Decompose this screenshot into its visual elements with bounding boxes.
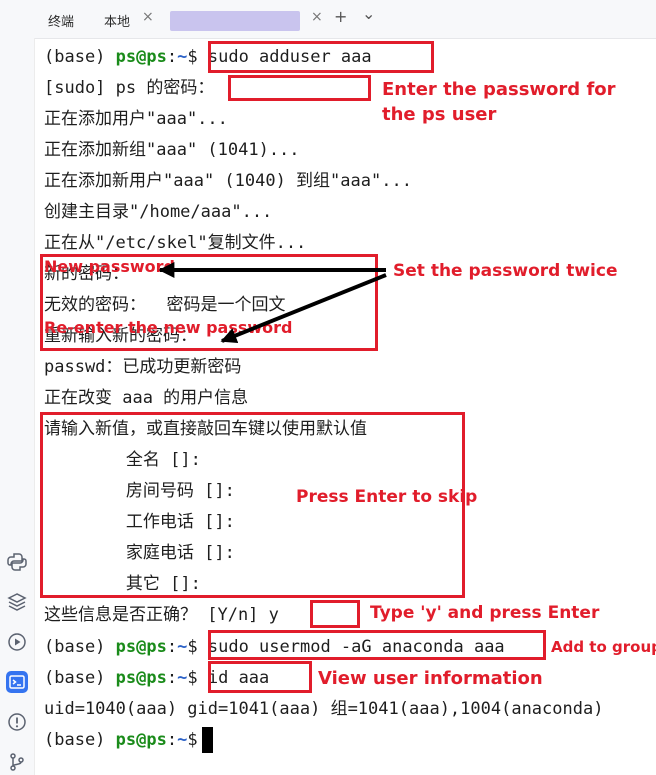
tool-strip xyxy=(0,38,35,775)
prompt-separator: : xyxy=(166,730,178,750)
prompt-env: (base) xyxy=(44,668,106,688)
prompt-separator: : xyxy=(166,668,178,688)
terminal-line: uid=1040(aaa) gid=1041(aaa) 组=1041(aaa),… xyxy=(44,699,604,719)
annotation-type-y: Type 'y' and press Enter xyxy=(370,603,600,623)
terminal-line: passwd：已成功更新密码 xyxy=(44,357,242,377)
annotation-enter-password-line2: the ps user xyxy=(382,104,497,125)
prompt-symbol: $ xyxy=(187,668,198,688)
git-icon[interactable] xyxy=(6,751,28,773)
prompt-symbol: $ xyxy=(187,637,198,657)
confirm-input: y xyxy=(268,605,279,625)
prompt-path: ~ xyxy=(177,47,188,67)
add-tab-icon[interactable]: + xyxy=(334,7,347,26)
tab-active-session[interactable] xyxy=(170,11,300,31)
annotation-box-usermod xyxy=(208,630,546,660)
layers-icon[interactable] xyxy=(6,591,28,613)
prompt-env: (base) xyxy=(44,637,106,657)
prompt-path: ~ xyxy=(177,730,188,750)
python-icon[interactable] xyxy=(6,551,28,573)
terminal-line: 正在添加新组"aaa" (1041)... xyxy=(44,140,300,160)
tab-terminal[interactable]: 终端 xyxy=(48,11,74,30)
terminal-line: 正在改变 aaa 的用户信息 xyxy=(44,388,249,408)
prompt-user-host: ps@ps xyxy=(115,637,167,657)
prompt-env: (base) xyxy=(44,47,106,67)
terminal-line-confirm: 这些信息是否正确？ [Y/n] y xyxy=(44,600,279,630)
problems-icon[interactable] xyxy=(6,711,28,733)
terminal-line: 创建主目录"/home/aaa"... xyxy=(44,202,273,222)
prompt-path: ~ xyxy=(177,668,188,688)
tab-local[interactable]: 本地 xyxy=(104,11,130,30)
annotation-new-password: New password xyxy=(44,257,176,276)
confirm-question: 这些信息是否正确？ [Y/n] xyxy=(44,605,259,625)
terminal-line-prompt: (base) ps@ps:~$ xyxy=(44,725,213,755)
annotation-box-confirm-y xyxy=(310,600,360,628)
terminal-icon[interactable] xyxy=(6,671,28,693)
terminal-line: 正在添加新用户"aaa" (1040) 到组"aaa"... xyxy=(44,171,412,191)
terminal-line: 正在添加用户"aaa"... xyxy=(44,109,228,129)
annotation-box-adduser xyxy=(208,41,434,73)
annotation-add-group: Add to group xyxy=(551,638,656,656)
annotation-reenter: Re-enter the new password xyxy=(44,318,293,337)
close-icon[interactable]: × xyxy=(142,9,154,25)
terminal-line: [sudo] ps 的密码： xyxy=(44,78,215,98)
chevron-down-icon[interactable]: ⌄ xyxy=(362,4,375,23)
annotation-box-id xyxy=(208,661,312,693)
annotation-box-sudo-password xyxy=(228,75,371,101)
prompt-user-host: ps@ps xyxy=(115,47,167,67)
prompt-separator: : xyxy=(166,47,178,67)
run-icon[interactable] xyxy=(6,631,28,653)
terminal-cursor xyxy=(201,727,213,753)
close-icon[interactable]: × xyxy=(311,9,323,25)
prompt-user-host: ps@ps xyxy=(115,730,167,750)
annotation-press-enter: Press Enter to skip xyxy=(296,487,478,507)
prompt-path: ~ xyxy=(177,637,188,657)
annotation-set-twice: Set the password twice xyxy=(393,261,618,281)
prompt-user-host: ps@ps xyxy=(115,668,167,688)
prompt-symbol: $ xyxy=(187,730,198,750)
prompt-symbol: $ xyxy=(187,47,198,67)
tab-bar: 终端 本地 × × + ⌄ xyxy=(0,0,656,39)
annotation-view-info: View user information xyxy=(318,668,543,689)
annotation-enter-password-line1: Enter the password for xyxy=(382,79,616,100)
prompt-separator: : xyxy=(166,637,178,657)
prompt-env: (base) xyxy=(44,730,106,750)
